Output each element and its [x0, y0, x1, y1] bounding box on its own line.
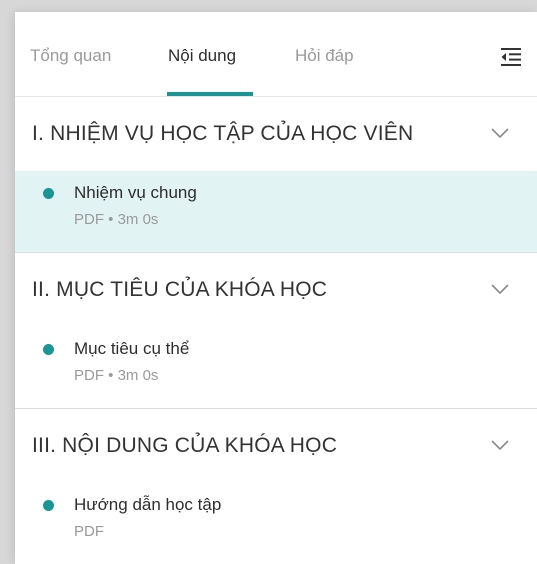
- section-3: III. NỘI DUNG CỦA KHÓA HỌC Hướng dẫn học…: [15, 409, 537, 564]
- lesson-status-dot: [43, 188, 54, 199]
- tab-overview[interactable]: Tổng quan: [30, 46, 111, 66]
- section-header[interactable]: I. NHIỆM VỤ HỌC TẬP CỦA HỌC VIÊN: [15, 97, 537, 171]
- section-header[interactable]: III. NỘI DUNG CỦA KHÓA HỌC: [15, 409, 537, 483]
- chevron-down-icon[interactable]: [489, 434, 511, 456]
- section-1: I. NHIỆM VỤ HỌC TẬP CỦA HỌC VIÊN Nhiệm v…: [15, 97, 537, 252]
- course-content-panel: Tổng quan Nội dung Hỏi đáp I. NHIỆM VỤ H…: [15, 12, 537, 564]
- section-title: III. NỘI DUNG CỦA KHÓA HỌC: [32, 434, 338, 457]
- lesson-title: Mục tiêu cụ thể: [74, 339, 190, 358]
- lesson-item[interactable]: Mục tiêu cụ thể PDF • 3m 0s: [15, 327, 537, 408]
- lesson-meta: PDF • 3m 0s: [74, 211, 159, 228]
- chevron-down-icon[interactable]: [489, 278, 511, 300]
- active-tab-indicator: [167, 92, 253, 96]
- lesson-meta: PDF: [74, 523, 104, 540]
- collapse-list-icon[interactable]: [500, 47, 522, 67]
- section-2: II. MỤC TIÊU CỦA KHÓA HỌC Mục tiêu cụ th…: [15, 253, 537, 408]
- tab-content[interactable]: Nội dung: [168, 46, 236, 66]
- lesson-meta: PDF • 3m 0s: [74, 367, 159, 384]
- lesson-title: Hướng dẫn học tập: [74, 495, 222, 514]
- section-title: I. NHIỆM VỤ HỌC TẬP CỦA HỌC VIÊN: [32, 122, 414, 145]
- lesson-item[interactable]: Nhiệm vụ chung PDF • 3m 0s: [15, 171, 537, 252]
- section-header[interactable]: II. MỤC TIÊU CỦA KHÓA HỌC: [15, 253, 537, 327]
- lesson-status-dot: [43, 500, 54, 511]
- tab-bar: Tổng quan Nội dung Hỏi đáp: [15, 12, 537, 97]
- lesson-status-dot: [43, 344, 54, 355]
- section-title: II. MỤC TIÊU CỦA KHÓA HỌC: [32, 278, 328, 301]
- chevron-down-icon[interactable]: [489, 122, 511, 144]
- lesson-title: Nhiệm vụ chung: [74, 183, 197, 202]
- lesson-item[interactable]: Hướng dẫn học tập PDF: [15, 483, 537, 564]
- tab-qa[interactable]: Hỏi đáp: [295, 46, 354, 66]
